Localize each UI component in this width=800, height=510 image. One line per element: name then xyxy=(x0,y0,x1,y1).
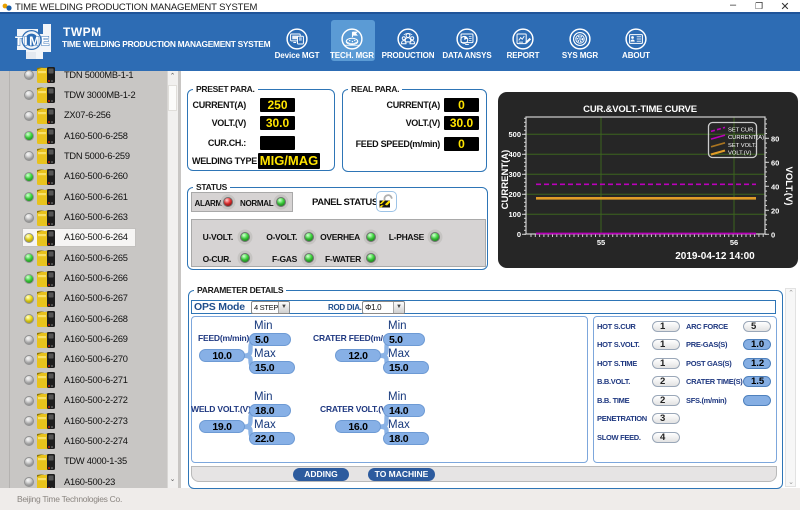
svg-text:56: 56 xyxy=(730,238,738,247)
svg-text:SET CUR.: SET CUR. xyxy=(728,127,755,133)
svg-text:TIME: TIME xyxy=(15,35,51,49)
svg-text:CURRENT(A): CURRENT(A) xyxy=(500,150,511,210)
svg-text:100: 100 xyxy=(508,210,521,219)
svg-text:20: 20 xyxy=(771,206,779,215)
svg-text:CUR.&VOLT.-TIME CURVE: CUR.&VOLT.-TIME CURVE xyxy=(583,104,697,115)
svg-text:VOLT.(V): VOLT.(V) xyxy=(783,167,794,206)
svg-text:CURRENT(A): CURRENT(A) xyxy=(728,135,764,141)
svg-text:40: 40 xyxy=(771,182,779,191)
svg-text:60: 60 xyxy=(771,158,779,167)
svg-text:SET VOLT.: SET VOLT. xyxy=(728,143,757,149)
svg-text:2019-04-12 14:00: 2019-04-12 14:00 xyxy=(675,251,755,262)
svg-text:55: 55 xyxy=(597,238,605,247)
svg-text:500: 500 xyxy=(508,130,521,139)
svg-text:VOLT.(V): VOLT.(V) xyxy=(728,151,751,157)
svg-text:80: 80 xyxy=(771,134,779,143)
svg-text:0: 0 xyxy=(517,230,521,239)
svg-text:0: 0 xyxy=(771,230,775,239)
